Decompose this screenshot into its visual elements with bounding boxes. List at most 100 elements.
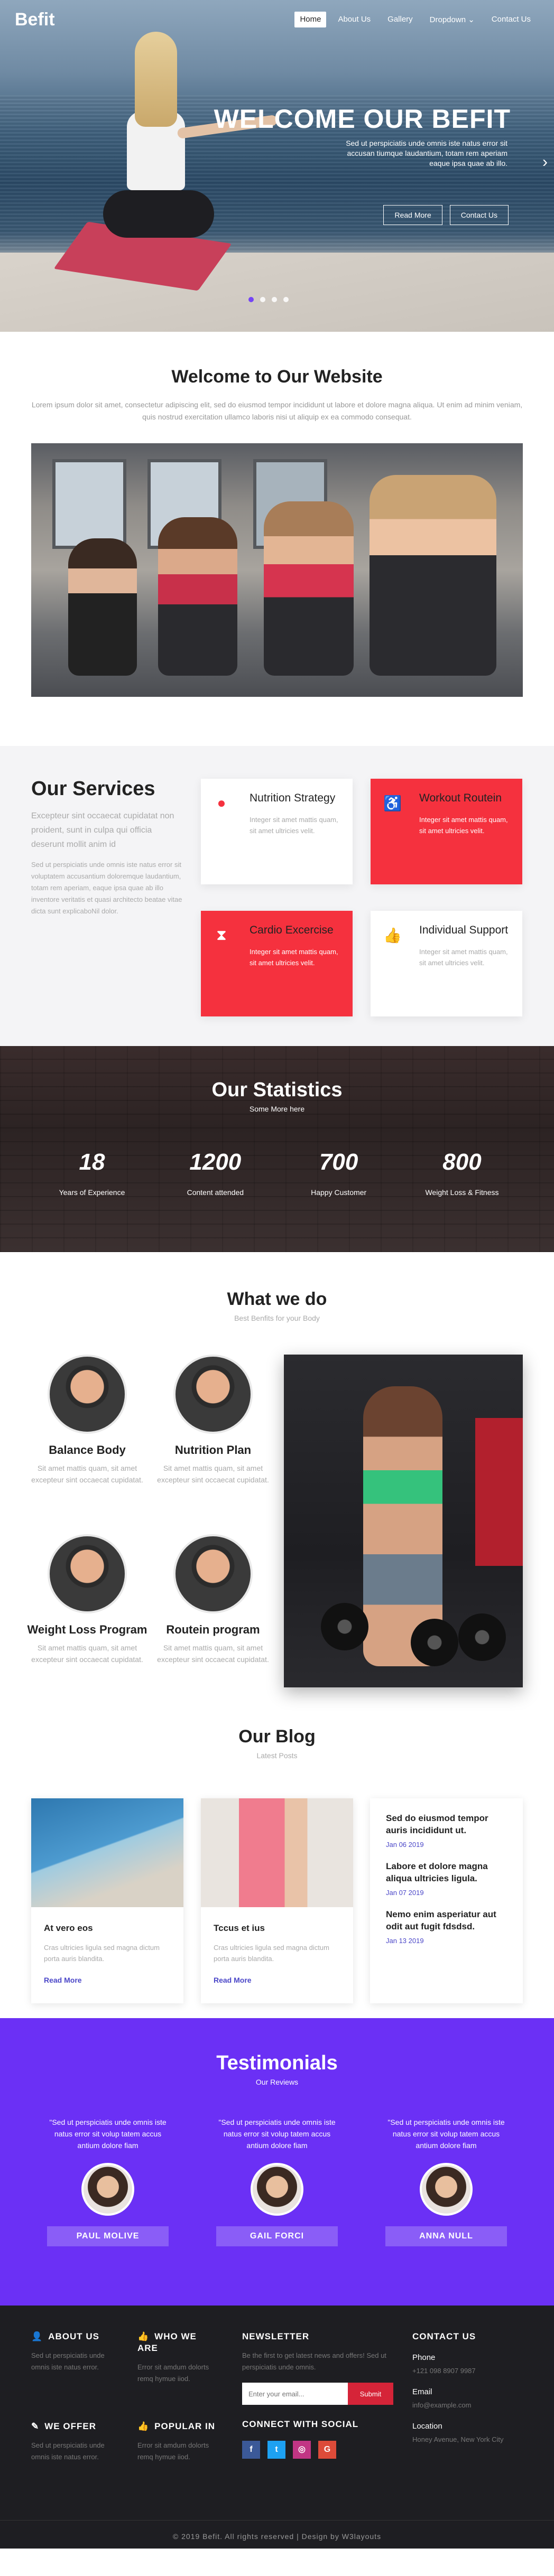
stat-number: 700 [319,1149,358,1175]
nav-dropdown[interactable]: Dropdown ⌄ [424,12,480,27]
stat-item: 1200 Content attended [154,1149,276,1197]
slider-dot[interactable] [283,297,289,302]
weight-loss-image [48,1534,127,1613]
stat-item: 18 Years of Experience [31,1149,153,1197]
testimonials-sub: Our Reviews [255,2078,299,2086]
blog-card: At vero eos Cras ultricies ligula sed ma… [31,1798,183,2003]
read-more-link[interactable]: Read More [214,1976,353,1984]
services-section: Our Services Excepteur sint occaecat cup… [0,746,554,1046]
hourglass-icon: ⧗ [216,927,227,943]
service-text: Integer sit amet mattis quam, sit amet u… [419,816,508,835]
post-title[interactable]: Labore et dolore magna aliqua ultricies … [386,1860,507,1884]
nav-about[interactable]: About Us [333,12,376,27]
blog-card-title: Tccus et ius [214,1923,265,1933]
what-title: What we do [227,1289,327,1309]
twitter-icon[interactable]: t [267,2441,285,2459]
list-item[interactable]: Labore et dolore magna aliqua ultricies … [386,1860,507,1897]
testimonial-quote: "Sed ut perspiciatis unde omnis iste nat… [49,2118,167,2150]
service-title: Cardio Excercise [250,924,334,936]
chevron-down-icon: ⌄ [468,15,475,24]
what-sub: Best Benfits for your Body [234,1314,320,1322]
service-item: Routein program Sit amet mattis quam, si… [152,1534,274,1665]
testimonial: "Sed ut perspiciatis unde omnis iste nat… [383,2116,510,2246]
chevron-right-icon[interactable]: › [542,153,548,171]
service-card: ● Nutrition Strategy Integer sit amet ma… [201,779,353,884]
what-we-do-section: What we do Best Benfits for your Body Ba… [0,1252,554,1701]
testimonials-section: Testimonials Our Reviews "Sed ut perspic… [0,2018,554,2306]
footer-heading: NEWSLETTER [242,2331,310,2341]
testimonial-name: ANNA NULL [385,2226,507,2246]
avatar [420,2163,473,2216]
stat-item: 800 Weight Loss & Fitness [401,1149,523,1197]
services-lead: Excepteur sint occaecat cupidatat non pr… [31,811,174,849]
instagram-icon[interactable]: ◎ [293,2441,311,2459]
apple-icon: ● [217,795,226,811]
stats-section: Our Statistics Some More here 18 Years of… [0,1046,554,1252]
footer-text: Sed ut perspiciatis unde omnis iste natu… [31,2351,105,2371]
read-more-link[interactable]: Read More [44,1976,183,1984]
blog-card: Tccus et ius Cras ultricies ligula sed m… [201,1798,353,2003]
email-value[interactable]: info@example.com [412,2400,518,2411]
footer-contact: CONTACT US Phone +121 098 8907 9987 Emai… [412,2331,518,2446]
item-title: Balance Body [49,1443,126,1457]
thumbs-up-icon: 👍 [383,927,402,944]
services-body: Sed ut perspiciatis unde omnis iste natu… [31,861,182,915]
footer: 👤 ABOUT US Sed ut perspiciatis unde omnis… [0,2306,554,2549]
wheelchair-icon: ♿ [383,795,402,811]
blog-title: Our Blog [238,1726,316,1747]
welcome-title: Welcome to Our Website [171,367,383,387]
latest-posts-list: Sed do eiusmod tempor auris incididunt u… [370,1798,523,2003]
google-plus-icon[interactable]: G [318,2441,336,2459]
footer-text: Error sit amdum dolorts remq hymue iiod. [137,2441,209,2461]
service-title: Workout Routein [419,792,502,804]
thumbs-up-icon: 👍 [137,2331,150,2341]
stat-label: Content attended [187,1188,244,1197]
read-more-button[interactable]: Read More [383,205,442,225]
service-text: Integer sit amet mattis quam, sit amet u… [250,816,338,835]
stats-title: Our Statistics [211,1079,343,1101]
service-title: Nutrition Strategy [250,792,336,804]
testimonial-quote: "Sed ut perspiciatis unde omnis iste nat… [387,2118,505,2150]
email-input[interactable] [242,2383,348,2405]
thumbs-up-icon: 👍 [137,2421,150,2431]
nav-contact[interactable]: Contact Us [486,12,536,27]
blog-card-text: Cras ultricies ligula sed magna dictum p… [214,1944,329,1963]
testimonials-title: Testimonials [216,2052,338,2074]
testimonial-quote: "Sed ut perspiciatis unde omnis iste nat… [218,2118,336,2150]
blog-card-text: Cras ultricies ligula sed magna dictum p… [44,1944,160,1963]
slider-dot[interactable] [248,297,254,302]
pencil-icon: ✎ [31,2421,40,2431]
list-item[interactable]: Sed do eiusmod tempor auris incididunt u… [386,1812,507,1849]
footer-heading: CONTACT US [412,2331,476,2341]
slider-dot[interactable] [260,297,265,302]
service-item: Balance Body Sit amet mattis quam, sit a… [26,1355,148,1486]
avatar [251,2163,303,2216]
testimonial: "Sed ut perspiciatis unde omnis iste nat… [44,2116,171,2246]
slider-dot[interactable] [272,297,277,302]
service-title: Individual Support [419,924,509,936]
copyright: © 2019 Befit. All rights reserved | Desi… [0,2520,554,2541]
footer-heading: WE OFFER [44,2421,96,2431]
facebook-icon[interactable]: f [242,2441,260,2459]
post-title[interactable]: Nemo enim asperiatur aut odit aut fugit … [386,1908,507,1933]
phone-value: +121 098 8907 9987 [412,2367,476,2375]
contact-us-button[interactable]: Contact Us [449,205,509,225]
footer-heading: ABOUT US [48,2331,99,2341]
footer-heading: POPULAR IN [154,2421,216,2431]
post-title[interactable]: Sed do eiusmod tempor auris incididunt u… [386,1812,507,1836]
stats-sub: Some More here [249,1105,305,1113]
logo[interactable]: Befit [15,10,55,30]
stat-number: 1200 [189,1149,242,1175]
footer-who: 👍 WHO WE ARE Error sit amdum dolorts remq… [137,2331,217,2385]
blog-card-title: At vero eos [44,1923,93,1933]
main-nav: Home About Us Gallery Dropdown ⌄ Contact… [294,12,536,27]
nav-gallery[interactable]: Gallery [382,12,418,27]
list-item[interactable]: Nemo enim asperiatur aut odit aut fugit … [386,1908,507,1945]
item-text: Sit amet mattis quam, sit amet excepteur… [157,1464,269,1484]
post-date: Jan 06 2019 [386,1841,424,1849]
submit-button[interactable]: Submit [348,2383,393,2405]
blog-image [31,1798,183,1907]
nav-home[interactable]: Home [294,12,327,27]
service-text: Integer sit amet mattis quam, sit amet u… [250,948,338,967]
blog-image [201,1798,353,1907]
